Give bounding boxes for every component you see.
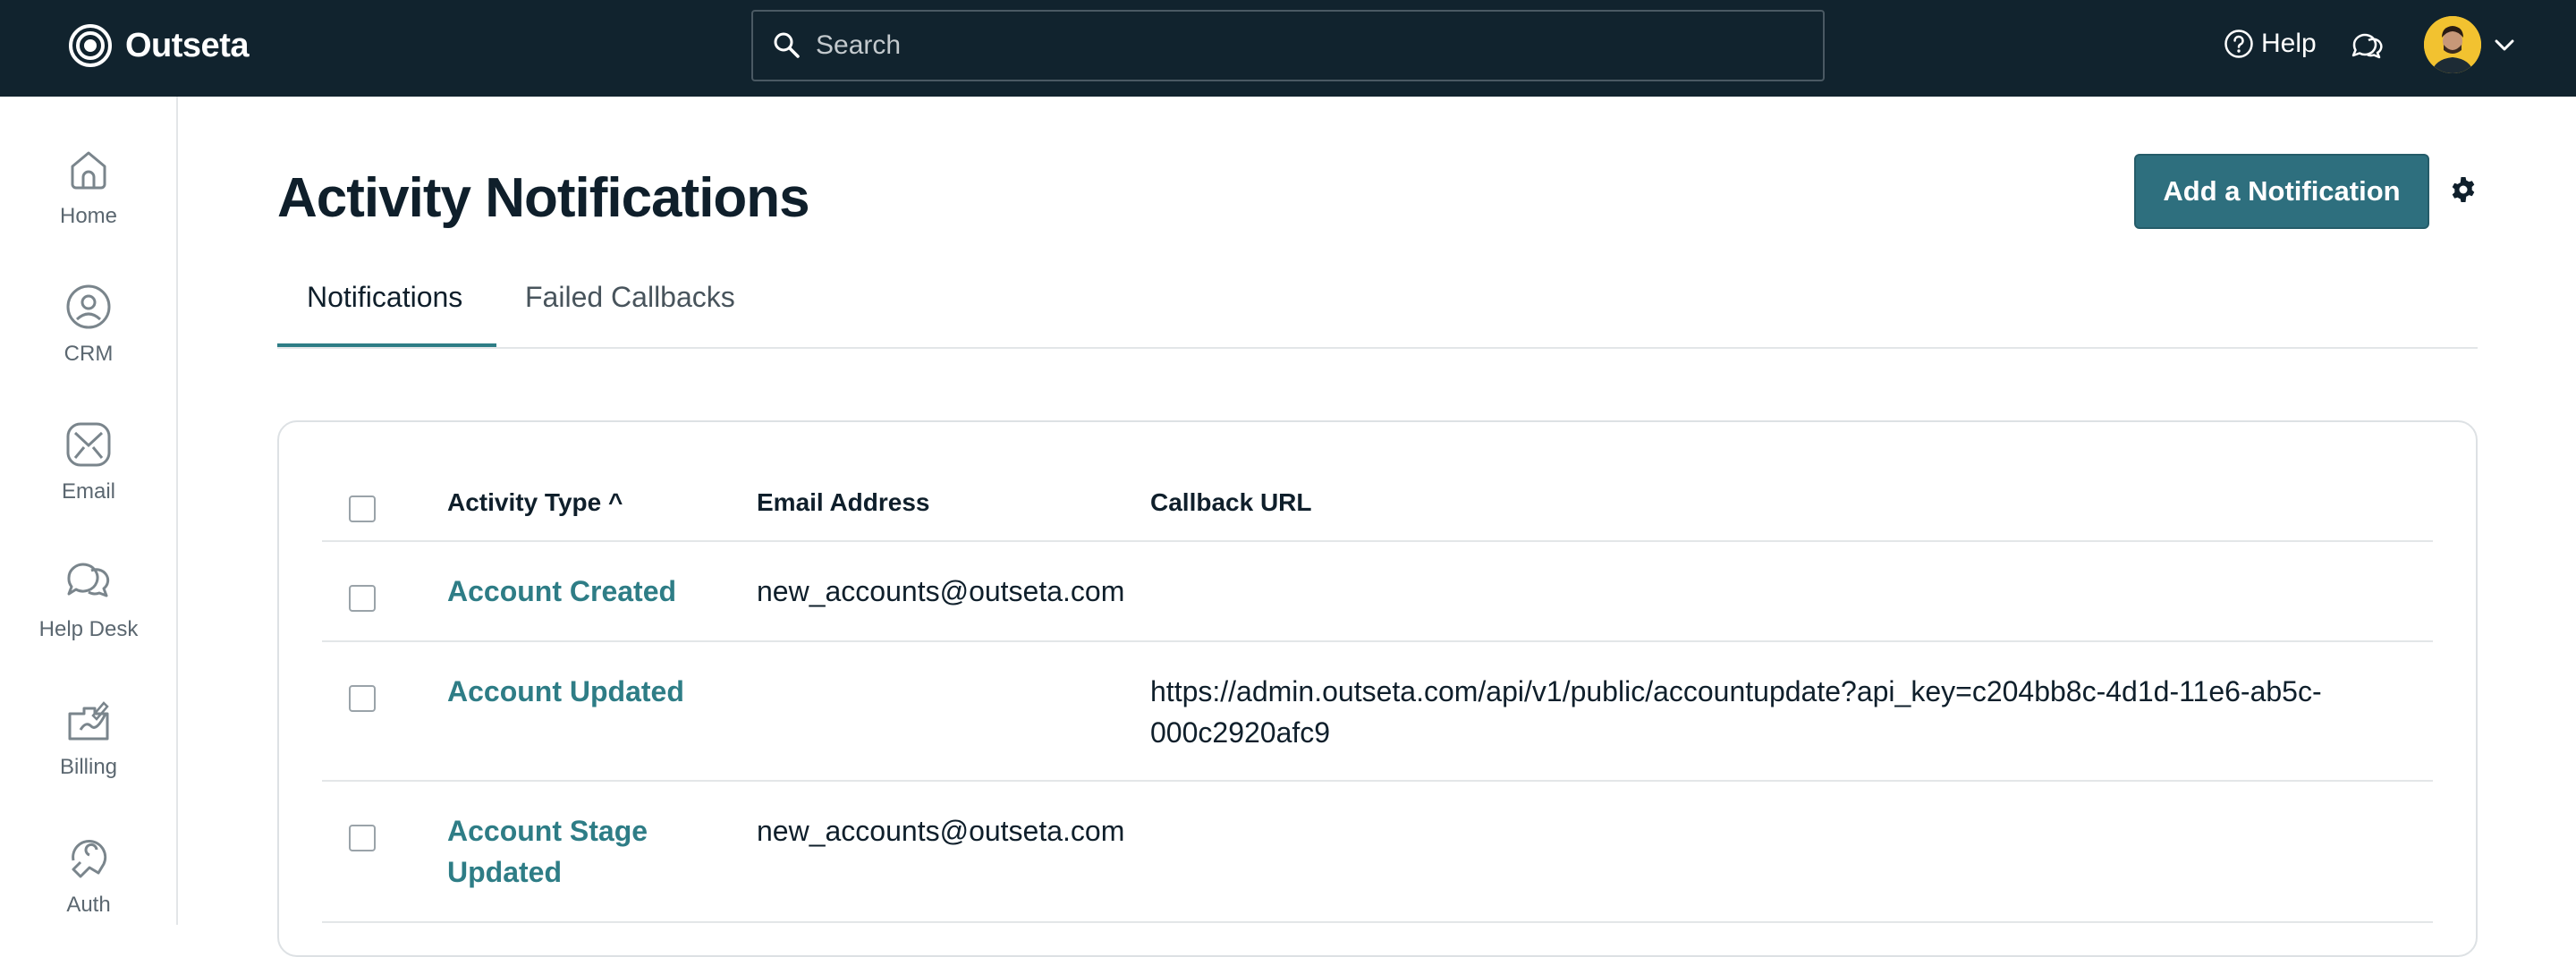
- chat-bubbles-icon: [67, 563, 110, 597]
- callback-url-line: 000c2920afc9: [1150, 716, 1331, 749]
- activity-link-line: Updated: [447, 856, 562, 888]
- activity-link-line: Account Stage: [447, 815, 648, 847]
- search-icon: [774, 32, 800, 58]
- sidebar-item-label: Email: [61, 479, 115, 504]
- gear-icon[interactable]: [2449, 175, 2478, 204]
- sidebar: Home CRM Email Help Desk Billing Auth: [0, 97, 178, 925]
- help-link[interactable]: Help: [2224, 29, 2317, 59]
- tab-notifications[interactable]: Notifications: [307, 281, 462, 314]
- sidebar-item-home[interactable]: Home: [0, 145, 177, 229]
- row-divider: [322, 640, 2433, 642]
- sidebar-item-label: CRM: [64, 342, 114, 366]
- person-circle-icon: [66, 284, 111, 329]
- avatar[interactable]: [2424, 16, 2481, 73]
- chevron-down-icon[interactable]: [2492, 34, 2517, 55]
- tab-bar: Notifications Failed Callbacks: [277, 268, 2478, 349]
- user-photo-icon: [2424, 16, 2481, 73]
- sidebar-item-label: Home: [59, 204, 118, 228]
- email-cell: new_accounts@outseta.com: [757, 575, 1125, 607]
- callback-url-line: https://admin.outseta.com/api/v1/public/…: [1150, 675, 2322, 707]
- column-header-email[interactable]: Email Address: [757, 488, 929, 517]
- envelope-icon: [66, 422, 111, 467]
- home-icon: [71, 151, 106, 190]
- billing-icon: [68, 701, 109, 741]
- search-bar[interactable]: [751, 10, 1825, 81]
- brand-name: Outseta: [125, 26, 249, 64]
- auth-icon: [72, 840, 107, 878]
- row-checkbox[interactable]: [349, 585, 376, 612]
- search-input[interactable]: [816, 30, 1800, 61]
- activity-link[interactable]: Account Stage Updated: [447, 810, 648, 893]
- row-divider: [322, 780, 2433, 782]
- sidebar-item-help-desk[interactable]: Help Desk: [0, 558, 177, 642]
- top-bar: Outseta Help: [0, 0, 2576, 97]
- row-checkbox[interactable]: [349, 825, 376, 851]
- activity-link[interactable]: Account Updated: [447, 671, 684, 712]
- page-title: Activity Notifications: [277, 167, 810, 229]
- help-label: Help: [2261, 29, 2317, 58]
- column-header-callback-url[interactable]: Callback URL: [1150, 488, 1312, 517]
- sidebar-item-crm[interactable]: CRM: [0, 283, 177, 367]
- tab-failed-callbacks[interactable]: Failed Callbacks: [525, 281, 735, 314]
- sidebar-item-auth[interactable]: Auth: [0, 834, 177, 918]
- active-tab-indicator: [277, 343, 496, 347]
- brand-logo[interactable]: Outseta: [68, 23, 249, 68]
- outseta-logo-icon: [69, 24, 112, 67]
- column-header-activity-type[interactable]: Activity Type ^: [447, 488, 623, 517]
- column-header-label: Activity Type: [447, 488, 602, 516]
- callback-url-cell: https://admin.outseta.com/api/v1/public/…: [1150, 671, 2322, 753]
- row-divider: [322, 540, 2433, 542]
- sidebar-item-label: Help Desk: [38, 617, 139, 641]
- add-notification-button[interactable]: Add a Notification: [2134, 154, 2429, 229]
- activity-link[interactable]: Account Created: [447, 571, 676, 612]
- chat-icon[interactable]: [2349, 30, 2383, 64]
- select-all-checkbox[interactable]: [349, 495, 376, 522]
- sidebar-item-label: Billing: [59, 755, 118, 779]
- question-circle-icon: [2224, 30, 2253, 58]
- sidebar-item-label: Auth: [66, 893, 111, 917]
- sort-ascending-icon: ^: [607, 488, 623, 516]
- sidebar-item-billing[interactable]: Billing: [0, 696, 177, 780]
- sidebar-item-email[interactable]: Email: [0, 420, 177, 504]
- row-divider: [322, 921, 2433, 923]
- row-checkbox[interactable]: [349, 685, 376, 712]
- email-cell: new_accounts@outseta.com: [757, 815, 1125, 847]
